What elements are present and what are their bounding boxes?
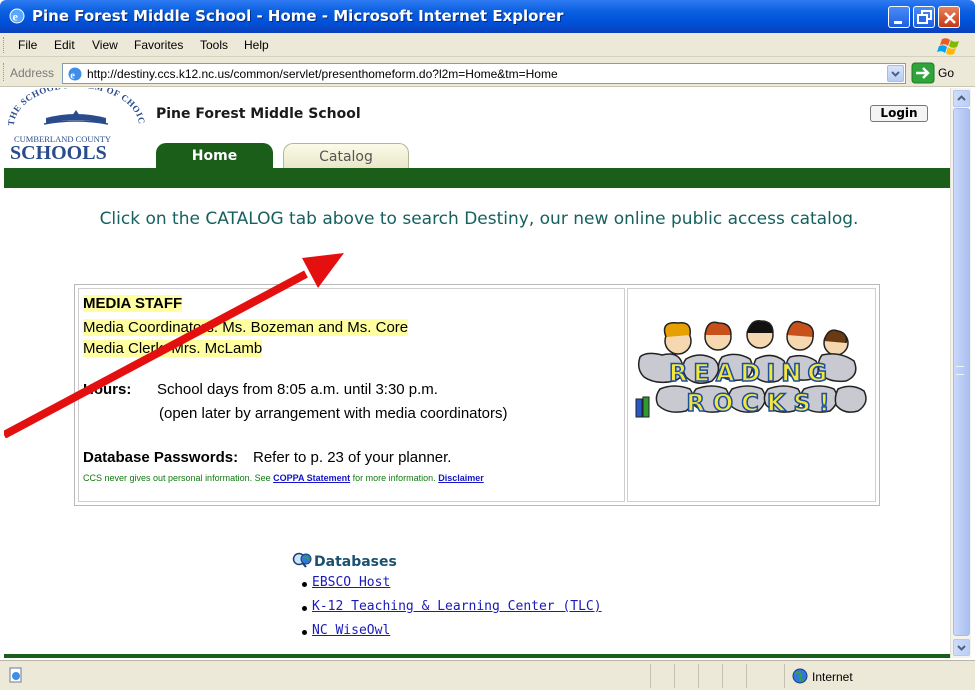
- minimize-icon: [894, 21, 902, 24]
- reading-rocks-image: READING ROCKS!: [635, 320, 867, 418]
- address-dropdown-button[interactable]: [887, 65, 904, 82]
- list-item: K-12 Teaching & Learning Center (TLC): [302, 599, 602, 623]
- intro-text: Click on the CATALOG tab above to search…: [99, 209, 859, 229]
- reading-rocks-cell: READING ROCKS!: [627, 288, 876, 502]
- tlc-link[interactable]: K-12 Teaching & Learning Center (TLC): [312, 599, 602, 614]
- chevron-down-icon: [891, 71, 900, 77]
- privacy-text: CCS never gives out personal information…: [83, 473, 271, 483]
- menu-tools[interactable]: Tools: [200, 38, 228, 52]
- databases-heading: Databases: [314, 554, 397, 570]
- menu-bar: File Edit View Favorites Tools Help: [0, 33, 975, 57]
- school-name: Pine Forest Middle School: [156, 106, 361, 122]
- status-separator: [784, 664, 785, 688]
- svg-text:ROCKS!: ROCKS!: [686, 389, 837, 417]
- address-input[interactable]: e http://destiny.ccs.k12.nc.us/common/se…: [62, 63, 906, 84]
- scroll-up-button[interactable]: [953, 90, 970, 107]
- page-icon: e: [68, 67, 82, 81]
- svg-text:SCHOOLS: SCHOOLS: [10, 142, 107, 164]
- status-separator: [650, 664, 651, 688]
- page-done-icon: [9, 667, 22, 683]
- list-item: NC WiseOwl: [302, 623, 602, 647]
- tab-catalog[interactable]: Catalog: [283, 143, 409, 169]
- maximize-button[interactable]: [913, 6, 935, 28]
- scroll-grip: [956, 366, 964, 375]
- magnifier-globe-icon: [292, 552, 312, 568]
- menu-view[interactable]: View: [92, 38, 118, 52]
- close-button[interactable]: [938, 6, 960, 28]
- url-text: http://destiny.ccs.k12.nc.us/common/serv…: [87, 67, 558, 81]
- toolbar-grip[interactable]: [3, 37, 6, 53]
- window-title: Pine Forest Middle School - Home - Micro…: [32, 7, 564, 25]
- minimize-button[interactable]: [888, 6, 910, 28]
- tab-home[interactable]: Home: [156, 143, 273, 169]
- internet-globe-icon: [792, 668, 808, 684]
- toolbar-grip[interactable]: [3, 63, 6, 81]
- ebsco-host-link[interactable]: EBSCO Host: [312, 575, 390, 590]
- windows-logo-icon: [937, 38, 959, 55]
- page-content: THE SCHOOL SYSTEM OF CHOICE CUMBERLAND C…: [4, 88, 950, 658]
- list-item: EBSCO Host: [302, 575, 602, 599]
- ie-icon: e: [9, 8, 25, 24]
- status-separator: [698, 664, 699, 688]
- privacy-text-2: for more information.: [352, 473, 436, 483]
- disclaimer-link[interactable]: Disclaimer: [438, 473, 484, 483]
- go-button[interactable]: Go: [938, 66, 954, 80]
- cumberland-schools-logo: THE SCHOOL SYSTEM OF CHOICE CUMBERLAND C…: [4, 88, 146, 164]
- status-bar: Internet: [0, 660, 975, 690]
- address-bar: Address e http://destiny.ccs.k12.nc.us/c…: [0, 57, 975, 87]
- status-separator: [722, 664, 723, 688]
- database-passwords-text: Refer to p. 23 of your planner.: [253, 449, 452, 466]
- scroll-down-button[interactable]: [953, 639, 970, 656]
- svg-text:e: e: [70, 70, 75, 81]
- menu-favorites[interactable]: Favorites: [134, 38, 183, 52]
- restore-icon: [917, 10, 932, 24]
- title-bar: e Pine Forest Middle School - Home - Mic…: [0, 0, 975, 33]
- status-separator: [674, 664, 675, 688]
- red-arrow-annotation: [4, 253, 344, 438]
- coppa-link[interactable]: COPPA Statement: [273, 473, 350, 483]
- privacy-note: CCS never gives out personal information…: [83, 472, 523, 484]
- go-arrow-icon[interactable]: [911, 62, 935, 84]
- security-zone-label: Internet: [812, 670, 853, 684]
- footer-band: [4, 654, 950, 658]
- nc-wiseowl-link[interactable]: NC WiseOwl: [312, 623, 390, 638]
- menu-file[interactable]: File: [18, 38, 37, 52]
- chevron-up-icon: [957, 95, 966, 101]
- status-separator: [746, 664, 747, 688]
- database-passwords-label: Database Passwords:: [83, 449, 239, 466]
- address-label: Address: [10, 66, 55, 80]
- chevron-down-icon: [957, 645, 966, 651]
- vertical-scrollbar[interactable]: [950, 88, 971, 658]
- nav-band: [4, 168, 950, 188]
- svg-text:e: e: [13, 10, 19, 24]
- menu-edit[interactable]: Edit: [54, 38, 75, 52]
- menu-help[interactable]: Help: [244, 38, 269, 52]
- login-button[interactable]: Login: [870, 105, 928, 122]
- svg-text:READING: READING: [669, 359, 833, 387]
- close-icon: [944, 12, 956, 24]
- databases-list: EBSCO Host K-12 Teaching & Learning Cent…: [302, 575, 602, 647]
